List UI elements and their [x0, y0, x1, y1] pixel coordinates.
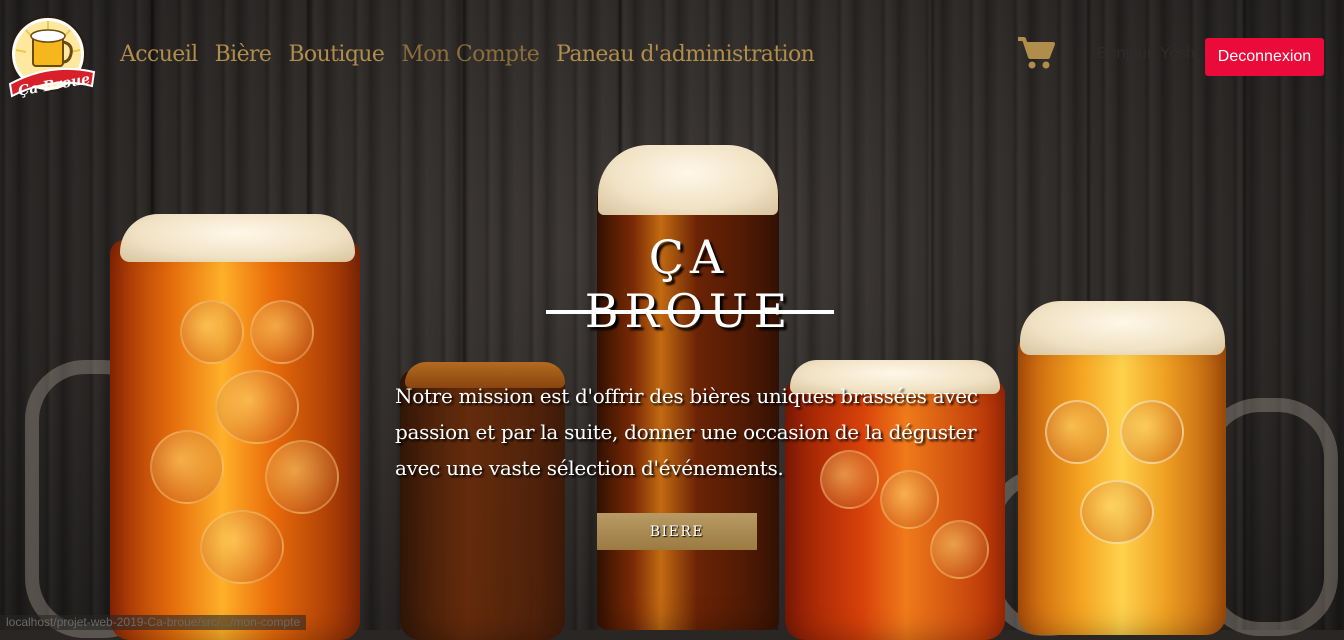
cart-button[interactable]: [1016, 36, 1056, 72]
glass-dimple: [150, 430, 224, 504]
nav-item-accueil[interactable]: Accueil: [120, 42, 198, 67]
glass-dimple: [930, 520, 989, 579]
glass-dimple: [1045, 400, 1109, 464]
glass-dimple: [265, 440, 339, 514]
hero-mission-text: Notre mission est d'offrir des bières un…: [395, 384, 978, 480]
user-greeting: Bonjour, Yoshi: [1097, 45, 1197, 62]
glass-dimple: [1120, 400, 1184, 464]
brand-logo[interactable]: Ça Broue: [6, 12, 96, 100]
glass-dimple: [180, 300, 244, 364]
nav-item-biere[interactable]: Bière: [215, 42, 272, 67]
logout-button[interactable]: Deconnexion: [1205, 38, 1324, 76]
nav-item-boutique[interactable]: Boutique: [288, 42, 385, 67]
nav-item-mon-compte[interactable]: Mon Compte: [401, 42, 539, 67]
logo-icon: Ça Broue: [8, 16, 96, 100]
hero-title: ÇA BROUE: [584, 230, 794, 338]
cart-icon: [1018, 37, 1055, 69]
biere-button[interactable]: BIERE: [597, 513, 757, 550]
foam: [598, 145, 778, 215]
foam: [1020, 301, 1225, 355]
glass-dimple: [1080, 480, 1154, 544]
status-bar-url: localhost/projet-web-2019-Ca-broue/src/.…: [0, 615, 307, 630]
glass-dimple: [215, 370, 299, 444]
nav-item-admin[interactable]: Paneau d'administration: [556, 42, 815, 67]
hero-divider: [546, 310, 834, 314]
glass-dimple: [200, 510, 284, 584]
main-nav: Accueil Bière Boutique Mon Compte Paneau…: [120, 42, 815, 67]
foam: [120, 214, 355, 262]
glass-dimple: [250, 300, 314, 364]
